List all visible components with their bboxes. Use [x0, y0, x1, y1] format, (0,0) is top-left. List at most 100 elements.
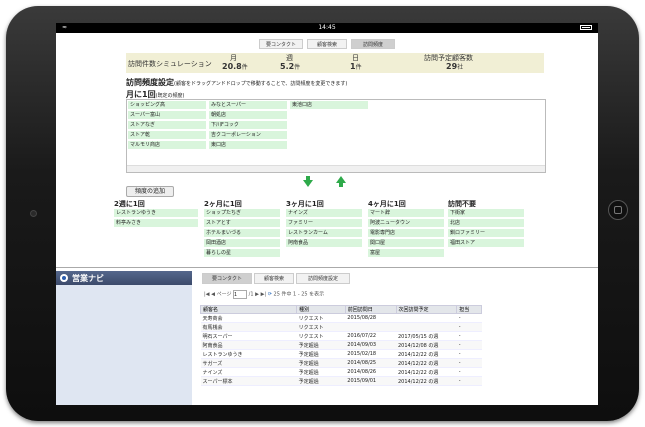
add-frequency-button[interactable]: 頻度の追加 — [126, 186, 174, 197]
cell-next-visit: 2017/05/15 の週 — [396, 331, 457, 341]
customer-card[interactable]: マート辞 — [368, 209, 444, 217]
tab-customer-search[interactable]: 顧客検索 — [307, 39, 347, 49]
monthly-customer[interactable]: みなとスーパー — [209, 101, 287, 109]
table-row[interactable]: サガーズ 予定超過 2014/08/25 2014/12/22 の週 - — [200, 358, 482, 368]
customer-card[interactable]: 関口屋 — [368, 239, 444, 247]
compass-logo-icon — [60, 274, 68, 282]
cell-type: 予定超過 — [296, 358, 346, 368]
cell-last-visit — [345, 322, 396, 332]
day-unit: 件 — [355, 64, 362, 71]
cell-type: 予定超過 — [296, 376, 346, 386]
customer-card[interactable]: 阿波ニュータウン — [368, 219, 444, 227]
cell-owner: - — [456, 331, 482, 341]
table-row[interactable]: 有馬桟会 リクエスト - — [200, 322, 482, 332]
cell-type: 予定超過 — [296, 340, 346, 350]
frequency-title-text: 訪問頻度設定 — [126, 78, 174, 87]
col-header-owner[interactable]: 担当 — [456, 305, 482, 314]
customer-card[interactable]: 料亭みさき — [114, 219, 198, 227]
monthly-customer[interactable]: スーパー富山 — [128, 111, 206, 119]
table-row[interactable]: レストランゆうき 予定超過 2015/02/18 2014/12/22 の週 - — [200, 349, 482, 359]
cell-last-visit: 2015/08/28 — [345, 313, 396, 323]
customer-card[interactable]: ファミリー — [286, 219, 362, 227]
cell-customer: 天寿商会 — [200, 313, 297, 323]
monthly-title-text: 月に1回 — [126, 90, 156, 99]
app-sidebar: 営業ナビ — [56, 271, 192, 405]
lower-tab-customer-search[interactable]: 顧客検索 — [254, 273, 294, 284]
last-page-icon[interactable]: ▶| — [261, 292, 267, 298]
horizontal-scrollbar[interactable] — [127, 165, 545, 172]
lower-tab-contact[interactable]: 要コンタクト — [202, 273, 252, 284]
table-row[interactable]: 明石スーパー リクエスト 2016/07/22 2017/05/15 の週 - — [200, 331, 482, 341]
move-up-arrow-icon[interactable] — [336, 176, 346, 187]
customer-card[interactable]: 北店 — [448, 219, 524, 227]
monthly-customer[interactable]: マルモリ商店 — [128, 141, 206, 149]
customer-card[interactable]: ナインズ — [286, 209, 362, 217]
monthly-customer[interactable]: ショッピング高 — [128, 101, 206, 109]
status-time: 14:45 — [318, 24, 336, 31]
customer-card[interactable]: レストランゆうき — [114, 209, 198, 217]
monthly-customer[interactable]: 東口店 — [209, 141, 287, 149]
planned-unit: 社 — [457, 64, 464, 71]
summary-title: 訪問件数シミュレーション — [128, 60, 212, 68]
customer-card[interactable]: ストアとす — [204, 219, 280, 227]
frequency-hint: (顧客をドラッグアンドドロップで移動することで、訪問頻度を変更できます) — [174, 81, 348, 87]
customer-card[interactable]: 岡田酒店 — [204, 239, 280, 247]
monthly-customer[interactable]: ストアなぎ — [128, 121, 206, 129]
table-row[interactable]: ナインズ 予定超過 2014/08/26 2014/12/22 の週 - — [200, 367, 482, 377]
refresh-icon[interactable]: ⟳ — [268, 292, 272, 298]
pagination-bar: |◀ ◀ ページ /1 ▶ ▶| ⟳ 25 件中 1 - 25 を表示 — [204, 290, 324, 299]
month-value: 20.8 — [222, 62, 242, 71]
tablet-screen: ≈ 14:45 要コンタクト 顧客検索 訪問頻度 訪問件数シミュレーション 月 … — [56, 23, 598, 405]
next-page-icon[interactable]: ▶ — [255, 292, 259, 298]
customer-card[interactable]: ホテルまいづる — [204, 229, 280, 237]
cell-last-visit: 2016/07/22 — [345, 331, 396, 341]
cell-last-visit: 2015/09/01 — [345, 376, 396, 386]
col-header-customer[interactable]: 顧客名 — [199, 305, 298, 314]
cell-customer: レストランゆうき — [200, 349, 297, 359]
customer-card[interactable]: レストランカーム — [286, 229, 362, 237]
customer-card[interactable]: 暮らしの星 — [204, 249, 280, 257]
lower-tab-visit-frequency[interactable]: 訪問頻度設定 — [296, 273, 350, 284]
monthly-customer[interactable]: 下川Fコック — [209, 121, 287, 129]
tab-contact[interactable]: 要コンタクト — [259, 39, 303, 49]
week-value: 5.2 — [280, 62, 295, 71]
cell-next-visit: 2014/12/22 の週 — [396, 349, 457, 359]
tab-visit-frequency[interactable]: 訪問頻度 — [351, 39, 395, 49]
cell-last-visit: 2015/02/18 — [345, 349, 396, 359]
cell-type: 予定超過 — [296, 367, 346, 377]
frequency-title: 訪問頻度設定(顧客をドラッグアンドドロップで移動することで、訪問頻度を変更できま… — [126, 77, 347, 88]
cell-type: 予定超過 — [296, 349, 346, 359]
monthly-customer[interactable]: ストア乾 — [128, 131, 206, 139]
table-header-row: 顧客名 種別 前回訪問日 次回訪問予定 担当 — [199, 305, 482, 314]
monthly-dropzone[interactable]: ショッピング高 スーパー富山 ストアなぎ ストア乾 マルモリ商店 みなとスーパー… — [126, 99, 546, 173]
first-page-icon[interactable]: |◀ — [204, 292, 210, 298]
page-total: /1 — [248, 291, 254, 298]
monthly-customer[interactable]: 朝処店 — [209, 111, 287, 119]
cell-owner: - — [456, 340, 482, 350]
customer-card[interactable]: 下街家 — [448, 209, 524, 217]
cell-owner: - — [456, 376, 482, 386]
col-header-type[interactable]: 種別 — [296, 305, 346, 314]
cell-next-visit: 2014/12/22 の週 — [396, 367, 457, 377]
table-row[interactable]: スーパー標本 予定超過 2015/09/01 2014/12/22 の週 - — [200, 376, 482, 386]
customer-card[interactable]: ショップたちぎ — [204, 209, 280, 217]
home-button[interactable] — [608, 200, 628, 220]
monthly-customer[interactable]: 東池口店 — [290, 101, 368, 109]
col-header-last-visit[interactable]: 前回訪問日 — [344, 305, 397, 314]
customer-card[interactable]: 福田ストア — [448, 239, 524, 247]
customer-card[interactable]: 釧ロファミリー — [448, 229, 524, 237]
customer-card[interactable]: 富屋 — [368, 249, 444, 257]
table-row[interactable]: 天寿商会 リクエスト 2015/08/28 - — [200, 313, 482, 323]
customer-card[interactable]: 電影専門店 — [368, 229, 444, 237]
cell-type: リクエスト — [296, 313, 346, 323]
customer-card[interactable]: 阿南食品 — [286, 239, 362, 247]
move-down-arrow-icon[interactable] — [303, 176, 313, 187]
monthly-customer[interactable]: 吉クコーポレーション — [209, 131, 287, 139]
cell-type: リクエスト — [296, 331, 346, 341]
col-header-next-visit[interactable]: 次回訪問予定 — [395, 305, 458, 314]
cell-next-visit: 2014/12/08 の週 — [396, 340, 457, 350]
page-input[interactable] — [233, 290, 248, 299]
table-row[interactable]: 阿南食品 予定超過 2014/09/03 2014/12/08 の週 - — [200, 340, 482, 350]
prev-page-icon[interactable]: ◀ — [211, 292, 215, 298]
cell-customer: 有馬桟会 — [200, 322, 297, 332]
